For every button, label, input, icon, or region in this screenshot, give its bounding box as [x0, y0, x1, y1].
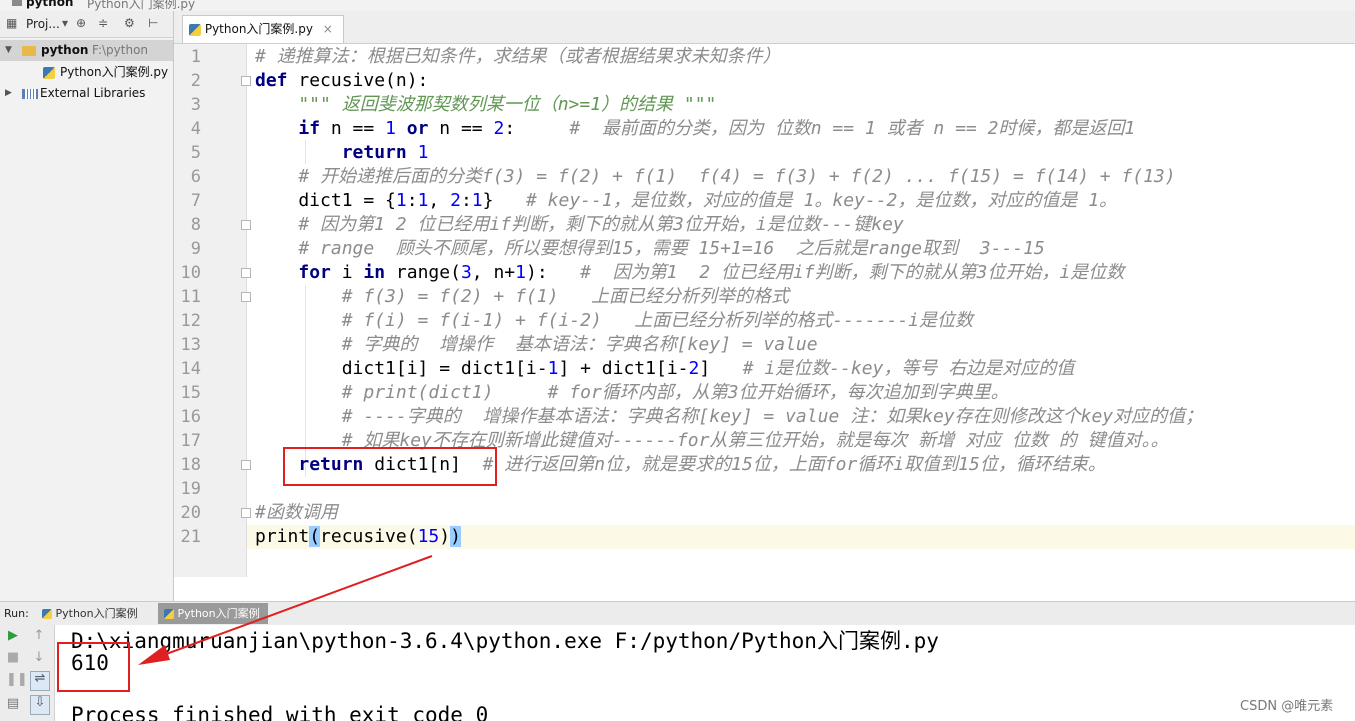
watermark: CSDN @唯元素 [1240, 699, 1334, 714]
annotation-arrow [138, 555, 433, 665]
